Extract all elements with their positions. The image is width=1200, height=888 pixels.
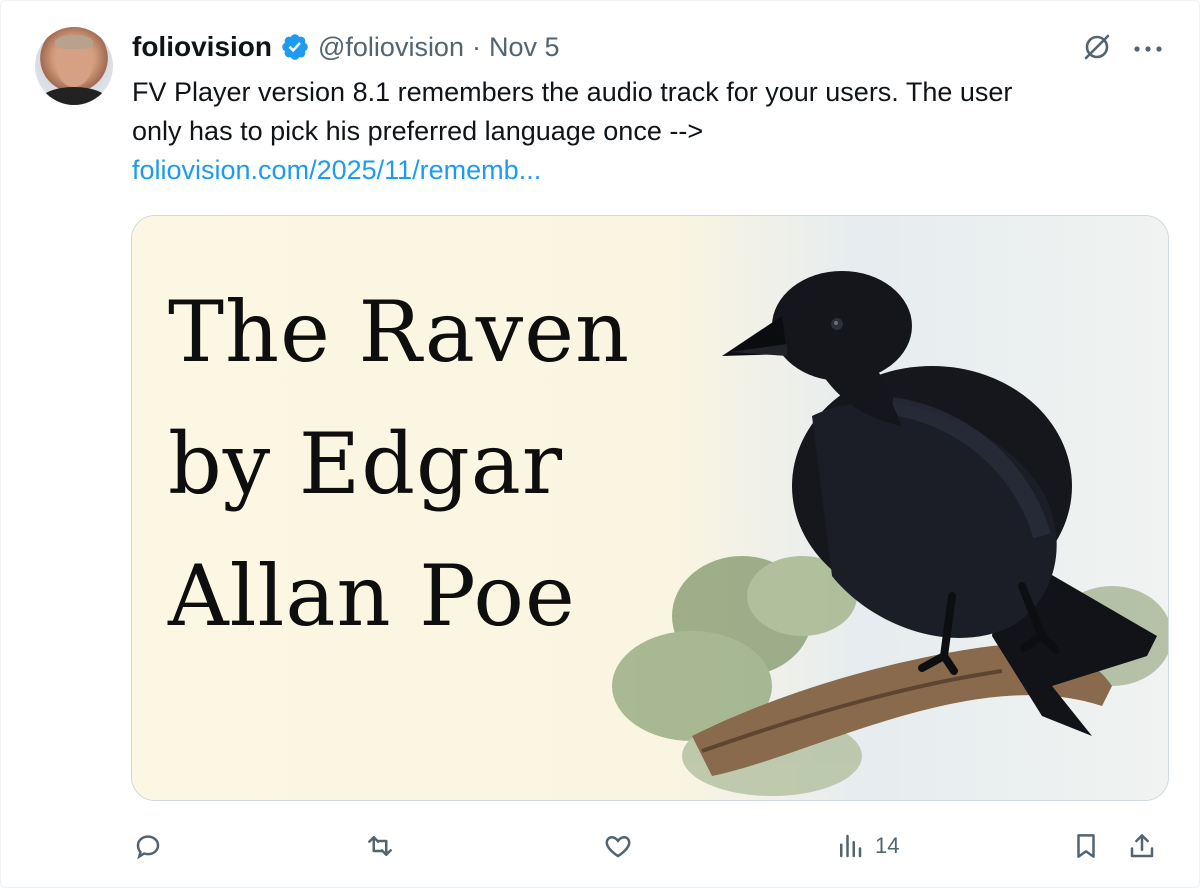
bookmark-button[interactable] xyxy=(1071,829,1101,863)
verified-badge-icon[interactable] xyxy=(280,32,310,62)
tweet-link[interactable]: foliovision.com/2025/11/rememb... xyxy=(132,151,1142,190)
bookmark-icon xyxy=(1077,834,1095,858)
author-name[interactable]: foliovision xyxy=(132,31,272,63)
retweet-icon xyxy=(368,836,392,856)
grok-icon[interactable] xyxy=(1081,31,1113,63)
tweet-actions: 14 xyxy=(1,821,1200,871)
views-icon xyxy=(840,834,862,858)
separator-dot: · xyxy=(471,31,481,62)
retweet-button[interactable] xyxy=(365,829,395,863)
like-icon xyxy=(605,835,631,858)
author-handle[interactable]: @foliovision xyxy=(318,32,464,63)
tweet-text-line: FV Player version 8.1 remembers the audi… xyxy=(132,77,1013,107)
tweet-date[interactable]: Nov 5 xyxy=(489,32,560,63)
more-icon[interactable] xyxy=(1131,35,1165,63)
media-title-line: by Edgar xyxy=(168,415,564,513)
share-icon xyxy=(1130,834,1154,858)
tweet-header: foliovision @foliovision · Nov 5 xyxy=(132,29,560,65)
media-title-line: The Raven xyxy=(168,283,631,381)
views-button[interactable]: 14 xyxy=(835,829,899,863)
share-button[interactable] xyxy=(1127,829,1157,863)
avatar[interactable] xyxy=(35,27,113,105)
media-title: The Raven by Edgar Allan Poe xyxy=(168,266,630,662)
raven-illustration xyxy=(612,271,1168,796)
views-count: 14 xyxy=(875,833,900,858)
reply-button[interactable] xyxy=(133,829,163,863)
tweet-media-image[interactable]: The Raven by Edgar Allan Poe xyxy=(131,215,1169,801)
tweet-text-line: only has to pick his preferred language … xyxy=(132,116,704,146)
like-button[interactable] xyxy=(603,829,633,863)
tweet-text: FV Player version 8.1 remembers the audi… xyxy=(132,73,1142,190)
media-title-line: Allan Poe xyxy=(168,547,576,645)
reply-icon xyxy=(136,835,160,860)
tweet-card[interactable]: foliovision @foliovision · Nov 5 FV Play… xyxy=(0,0,1200,888)
